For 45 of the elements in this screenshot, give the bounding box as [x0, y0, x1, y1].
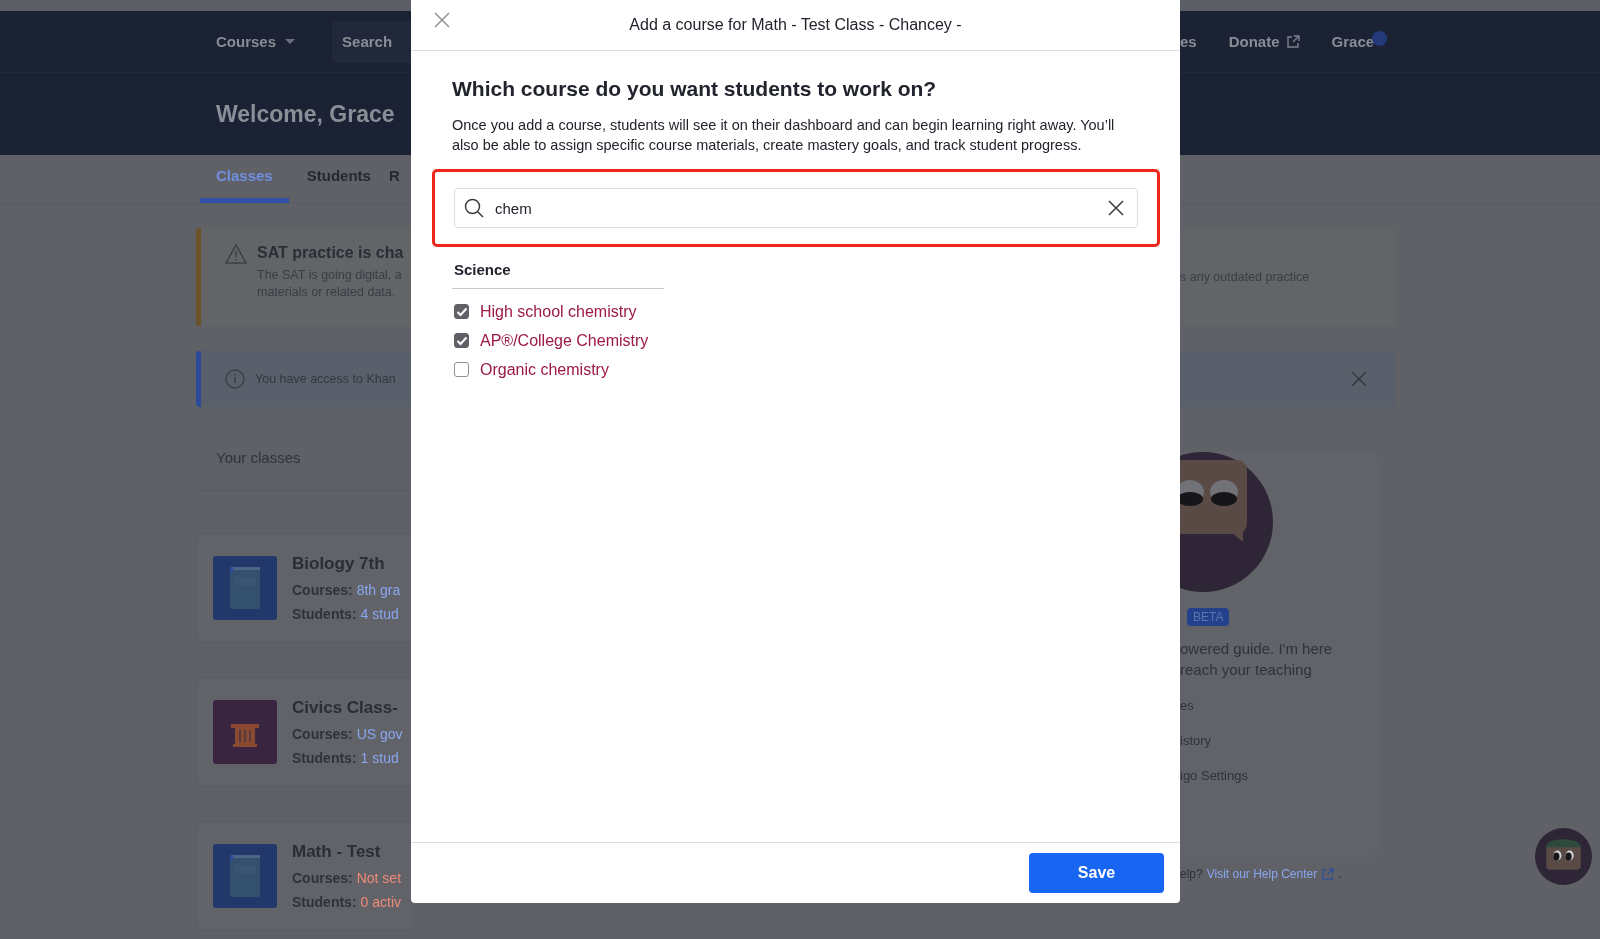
- tab[interactable]: Classes: [200, 155, 289, 203]
- dialog-title: Add a course for Math - Test Class - Chancey -: [629, 16, 962, 34]
- search-icon: [464, 198, 484, 218]
- close-icon[interactable]: [434, 12, 450, 28]
- caret-icon: [284, 38, 297, 45]
- courses-link[interactable]: Not set: [356, 870, 402, 886]
- pillar-icon: [213, 700, 277, 764]
- notification-dot: [1372, 31, 1388, 46]
- book-icon: [213, 556, 277, 620]
- course-option[interactable]: AP®/College Chemistry: [480, 331, 649, 350]
- warning-icon: [225, 244, 247, 264]
- mascot-chat-button[interactable]: [1535, 828, 1592, 885]
- courses-link[interactable]: US gov: [356, 726, 403, 742]
- course-option[interactable]: Organic chemistry: [480, 360, 609, 379]
- close-icon[interactable]: [1351, 371, 1367, 387]
- dialog-description: Once you add a course, students will see it on their dashboard and can begin learning right away. You’ll also be able to assign specific course materials, create mastery goals, and track student progress.: [452, 116, 1116, 155]
- search-field[interactable]: chem: [454, 188, 1138, 228]
- students-link[interactable]: 0 activ: [360, 894, 402, 910]
- students-link[interactable]: 1 stud: [360, 750, 399, 766]
- courses-menu[interactable]: Courses: [216, 33, 277, 50]
- beta-badge: BETA: [1187, 608, 1230, 626]
- external-link-icon: [1321, 867, 1335, 881]
- save-button[interactable]: Save: [1029, 853, 1164, 893]
- help-text: .: [1338, 867, 1342, 881]
- courses-link[interactable]: 8th gra: [356, 582, 401, 598]
- checkbox[interactable]: [454, 304, 469, 319]
- dialog-heading: Which course do you want students to work on?: [452, 77, 938, 101]
- external-link-icon: [1285, 34, 1300, 49]
- nav-link[interactable]: Grace: [1331, 21, 1388, 50]
- clear-icon[interactable]: [1108, 200, 1124, 216]
- welcome-heading: Welcome, Grace: [216, 101, 395, 127]
- course-option[interactable]: High school chemistry: [480, 302, 637, 321]
- help-center-link[interactable]: Visit our Help Center: [1206, 867, 1318, 881]
- nav-link[interactable]: es: [1180, 21, 1197, 50]
- students-link[interactable]: 4 stud: [360, 606, 399, 622]
- book-icon: [213, 844, 277, 908]
- tab[interactable]: Students: [306, 155, 371, 203]
- class-name: Biology 7th: [292, 554, 386, 574]
- group-heading: Science: [452, 257, 664, 289]
- search-field[interactable]: Search: [332, 20, 411, 63]
- checkbox[interactable]: [454, 362, 469, 377]
- nav-link[interactable]: Donate: [1228, 21, 1300, 50]
- info-icon: [225, 369, 245, 389]
- checkbox[interactable]: [454, 333, 469, 348]
- tab[interactable]: R: [388, 155, 400, 203]
